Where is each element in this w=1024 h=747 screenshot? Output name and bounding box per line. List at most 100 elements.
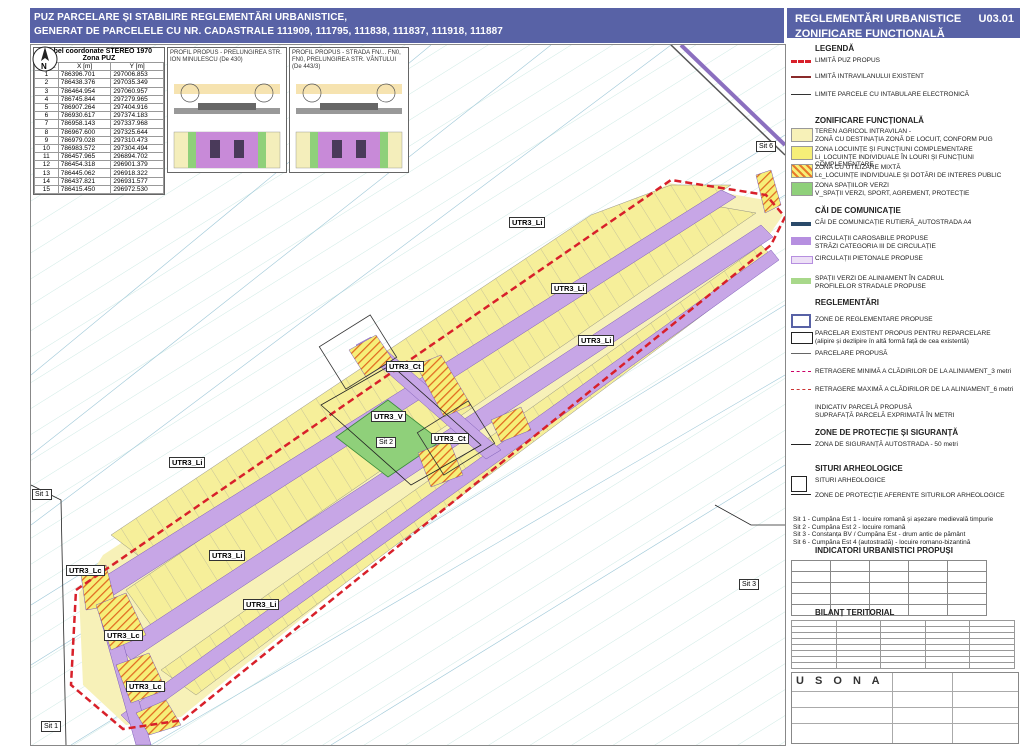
y-coordinate: 297325.644 (110, 127, 164, 137)
legend-heading: LEGENDĂ (815, 44, 855, 53)
coordinates-row: 2 786438.376 297035.349 (34, 78, 164, 88)
intravilan-limit-swatch (791, 76, 811, 78)
arch-site-swatch (791, 476, 807, 492)
archaeology-heading: SITURI ARHEOLOGICE (815, 464, 903, 473)
site-label-3: Sit 3 (739, 579, 760, 590)
zone-label-utr3-li[interactable]: UTR3_Li (209, 550, 246, 561)
x-coordinate: 786958.143 (57, 119, 112, 129)
legend-panel: LEGENDĂ LIMITĂ PUZ PROPUS LIMITĂ INTRAVI… (787, 40, 1020, 744)
zone-li-swatch (791, 146, 813, 160)
zone-label-utr3-lc[interactable]: UTR3_Lc (126, 681, 165, 692)
firm-name: U S O N A (796, 675, 884, 687)
reparcel-swatch (791, 332, 813, 344)
x-coordinate: 786907.264 (57, 102, 112, 113)
coordinates-row: 10 786983.572 297304.494 (34, 143, 164, 154)
col-y: Y [m] (110, 61, 164, 72)
zone-label-utr3-ct[interactable]: UTR3_Ct (386, 361, 424, 372)
zone-agricol-label: TEREN AGRICOL INTRAVILAN - ZONĂ CU DESTIN… (815, 128, 1020, 143)
x-coordinate: 786745.844 (57, 94, 112, 104)
zone-label-utr3-li[interactable]: UTR3_Li (169, 457, 206, 468)
legend-highway: CĂI DE COMUNICAȚIE RUTIERĂ_AUTOSTRADA A4 (815, 219, 972, 226)
coordinates-row: 14 786437.821 296931.577 (34, 176, 164, 186)
carriageway-swatch (791, 237, 811, 245)
max-setback-swatch (791, 389, 811, 390)
zone-label-utr3-li[interactable]: UTR3_Li (509, 217, 546, 228)
coordinates-row: 9 786979.028 297310.473 (34, 135, 164, 145)
y-coordinate: 296931.577 (110, 176, 164, 186)
y-coordinate: 297310.473 (110, 135, 164, 145)
regulations-heading: REGLEMENTĂRI (815, 298, 879, 307)
legend-parcel-proposed: PARCELARE PROPUSĂ (815, 350, 888, 357)
zone-label-utr3-ct[interactable]: UTR3_Ct (431, 433, 469, 444)
highway-swatch (791, 222, 811, 226)
site-label-1b: Sit 1 (41, 721, 62, 732)
legend-carriageway-l1: CIRCULAȚII CAROSABILE PROPUSE (815, 235, 929, 242)
sheet-title-bar: REGLEMENTĂRI URBANISTICE ZONIFICARE FUNC… (787, 8, 1020, 40)
legend-reg-zones: ZONE DE REGLEMENTARE PROPUSE (815, 316, 933, 323)
zone-label-utr3-lc[interactable]: UTR3_Lc (104, 630, 143, 641)
map-area[interactable]: Tabel coordonate STEREO 1970 Zona PUZ Nr… (30, 44, 786, 746)
legend-green-l2: PROFILELOR STRADALE PROPUSE (815, 282, 926, 290)
zone-lc-swatch (791, 164, 813, 178)
point-number: 9 (34, 135, 59, 145)
x-coordinate: 786983.572 (57, 143, 112, 154)
coordinates-row: 12 786454.318 296901.379 (34, 160, 164, 170)
point-number: 14 (34, 176, 59, 186)
legend-carriageway: CIRCULAȚII CAROSABILE PROPUSE STRĂZI CATE… (815, 235, 1020, 250)
site-6-desc: Sit 6 - Cumpăna Est 4 (autostradă) - loc… (793, 538, 971, 546)
coordinates-row: 15 786415.450 296972.530 (34, 184, 164, 195)
road-profile-2-drawing (295, 83, 403, 169)
legend-reparcel: PARCELAR EXISTENT PROPUS PENTRU REPARCEL… (815, 330, 1020, 345)
y-coordinate: 297006.853 (110, 70, 164, 80)
coordinates-row: 3 786464.954 297060.957 (34, 86, 164, 96)
parcel-limit-swatch (791, 94, 811, 95)
point-number: 4 (34, 94, 59, 104)
indicators-heading: INDICATORI URBANISTICI PROPUȘI (815, 546, 953, 555)
legend-indicator-l1: INDICATIV PARCELĂ PROPUSĂ (815, 404, 912, 411)
legend-carriageway-l2: STRĂZI CATEGORIA III DE CIRCULAȚIE (815, 242, 936, 250)
zone-label-utr3-v[interactable]: UTR3_V (371, 411, 406, 422)
zone-lc-label: ZONA CU UTILIZARE MIXTĂ Lc_LOCUINȚE INDIV… (815, 164, 1020, 179)
point-number: 3 (34, 86, 59, 96)
plan-title-bar: PUZ PARCELARE ȘI STABILIRE REGLEMENTĂRI … (30, 8, 784, 43)
y-coordinate: 297035.349 (110, 78, 164, 88)
point-number: 6 (34, 111, 59, 121)
site-1-desc: Sit 1 - Cumpăna Est 1 - locuire romană ș… (793, 516, 994, 523)
zone-label-utr3-li[interactable]: UTR3_Li (551, 283, 588, 294)
x-coordinate: 786464.954 (57, 86, 112, 96)
cartouche: U S O N A (791, 672, 1019, 744)
plan-title-line2: GENERAT DE PARCELELE CU NR. CADASTRALE 1… (34, 26, 503, 37)
roads-heading: CĂI DE COMUNICAȚIE (815, 206, 901, 215)
point-number: 8 (34, 127, 59, 137)
min-setback-swatch (791, 371, 811, 372)
x-coordinate: 786930.617 (57, 111, 112, 121)
zone-v-swatch (791, 182, 813, 196)
y-coordinate: 297279.965 (110, 94, 164, 104)
point-number: 13 (34, 168, 59, 178)
legend-intravilan-limit: LIMITĂ INTRAVILANULUI EXISTENT (815, 73, 924, 80)
x-coordinate: 786445.062 (57, 168, 112, 178)
point-number: 5 (34, 102, 59, 113)
legend-max-setback: RETRAGERE MAXIMĂ A CLĂDIRILOR DE LA ALIN… (815, 386, 1014, 393)
x-coordinate: 786396.701 (57, 70, 112, 80)
site-3-desc: Sit 3 - Constanța BV / Cumpăna Est - dru… (793, 531, 966, 538)
zone-label-utr3-lc[interactable]: UTR3_Lc (66, 565, 105, 576)
plan-sheet: PUZ PARCELARE ȘI STABILIRE REGLEMENTĂRI … (0, 0, 1024, 747)
legend-pedestrian: CIRCULAȚII PIETONALE PROPUSE (815, 255, 923, 262)
y-coordinate: 297404.916 (110, 102, 164, 113)
legend-parcel-indicator: INDICATIV PARCELĂ PROPUSĂ SUPRAFAȚĂ PARCE… (815, 404, 1020, 419)
zone-label-utr3-li[interactable]: UTR3_Li (243, 599, 280, 610)
legend-min-setback: RETRAGERE MINIMĂ A CLĂDIRILOR DE LA ALIN… (815, 368, 1012, 375)
coordinates-row: 8 786967.600 297325.644 (34, 127, 164, 137)
legend-arch-protection: ZONE DE PROTECȚIE AFERENTE SITURILOR ARH… (815, 492, 1005, 499)
x-coordinate: 786457.965 (57, 152, 112, 162)
legend-puz-limit: LIMITĂ PUZ PROPUS (815, 57, 881, 64)
balance-table (791, 620, 1015, 669)
zone-agricol-l1: TEREN AGRICOL INTRAVILAN - (815, 128, 912, 135)
point-number: 10 (34, 143, 59, 154)
point-number: 15 (34, 184, 59, 195)
y-coordinate: 297374.183 (110, 111, 164, 121)
zone-label-utr3-li[interactable]: UTR3_Li (578, 335, 615, 346)
legend-green-alignment: SPAȚII VERZI DE ALINIAMENT ÎN CADRUL PROF… (815, 275, 1020, 290)
legend-reparcel-l1: PARCELAR EXISTENT PROPUS PENTRU REPARCEL… (815, 330, 991, 337)
